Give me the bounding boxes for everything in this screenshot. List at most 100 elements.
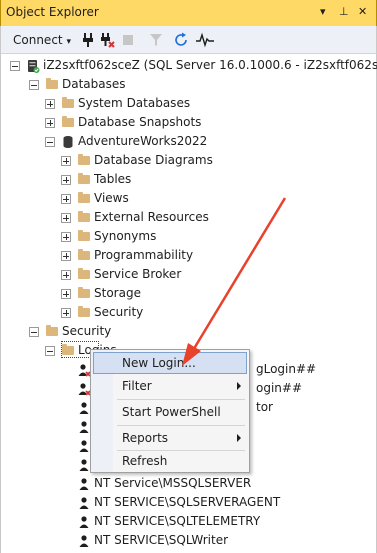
tree-node-database-diagrams[interactable]: Database Diagrams: [61, 152, 341, 171]
collapse-icon[interactable]: [45, 137, 55, 147]
login-icon: [79, 516, 89, 528]
menu-item-label: Start PowerShell: [122, 405, 221, 419]
folder-icon: [78, 230, 90, 241]
menu-separator: [117, 425, 245, 426]
expand-icon[interactable]: [45, 118, 55, 128]
tree-label: NT SERVICE\SQLWriter: [94, 533, 229, 547]
disconnect-icon[interactable]: [99, 32, 115, 48]
menu-item-label: Filter: [122, 379, 152, 393]
tree-node-login-mssqlserver[interactable]: NT Service\MSSQLSERVER: [61, 475, 341, 494]
folder-icon: [78, 173, 90, 184]
tree-label: AdventureWorks2022: [78, 134, 208, 148]
folder-icon: [78, 268, 90, 279]
expand-icon[interactable]: [61, 289, 71, 299]
expand-icon[interactable]: [45, 99, 55, 109]
login-icon: [79, 402, 89, 414]
expand-icon[interactable]: [61, 251, 71, 261]
tree-node-programmability[interactable]: Programmability: [61, 247, 341, 266]
activity-monitor-icon[interactable]: [196, 32, 214, 48]
tree-label: Database Diagrams: [94, 153, 213, 167]
folder-icon: [46, 325, 58, 336]
expand-icon[interactable]: [61, 194, 71, 204]
connect-plug-icon[interactable]: [81, 32, 95, 48]
expand-icon[interactable]: [61, 232, 71, 242]
folder-icon: [62, 116, 74, 127]
tree-node-adventureworks[interactable]: AdventureWorks2022: [45, 133, 345, 152]
tree-node-server[interactable]: iZ2sxftf062sceZ (SQL Server 16.0.1000.6 …: [10, 57, 377, 76]
close-icon[interactable]: ✕: [358, 5, 367, 18]
auto-hide-pin-icon[interactable]: ⊥: [339, 5, 349, 18]
server-icon: [28, 60, 40, 73]
login-disabled-icon: [78, 364, 91, 377]
login-icon: [79, 440, 89, 452]
tree-label: NT SERVICE\SQLTELEMETRY: [94, 514, 261, 528]
submenu-arrow-icon: [237, 382, 241, 390]
connect-button[interactable]: Connect ▾: [13, 33, 71, 47]
tree-node-external-resources[interactable]: External Resources: [61, 209, 341, 228]
tree-node-login-sqlwriter[interactable]: NT SERVICE\SQLWriter: [61, 532, 341, 551]
tree-node-synonyms[interactable]: Synonyms: [61, 228, 341, 247]
tree-node-system-databases[interactable]: System Databases: [45, 95, 345, 114]
chevron-down-icon: ▾: [66, 37, 71, 47]
tree-label: gLogin##: [256, 362, 317, 376]
expand-icon[interactable]: [61, 308, 71, 318]
tree-node-tables[interactable]: Tables: [61, 171, 341, 190]
collapse-icon[interactable]: [29, 80, 39, 90]
window-title: Object Explorer: [6, 5, 99, 19]
collapse-icon[interactable]: [45, 346, 55, 356]
folder-icon: [62, 97, 74, 108]
login-icon: [79, 535, 89, 547]
stop-icon[interactable]: [121, 32, 135, 48]
menu-item-refresh[interactable]: Refresh: [93, 450, 247, 472]
expand-icon[interactable]: [61, 175, 71, 185]
menu-separator: [117, 399, 245, 400]
folder-icon: [78, 192, 90, 203]
tree-label: Service Broker: [94, 267, 182, 281]
submenu-arrow-icon: [237, 434, 241, 442]
tree-label: Synonyms: [94, 229, 157, 243]
expand-icon[interactable]: [61, 156, 71, 166]
folder-icon: [78, 211, 90, 222]
refresh-icon[interactable]: [173, 32, 189, 48]
tree-node-db-security[interactable]: Security: [61, 304, 341, 323]
tree-label: NT Service\MSSQLSERVER: [94, 476, 252, 490]
login-icon: [79, 497, 89, 509]
tree-node-login-sqlserveragent[interactable]: NT SERVICE\SQLSERVERAGENT: [61, 494, 341, 513]
menu-item-reports[interactable]: Reports: [93, 427, 247, 449]
tree-label: Databases: [62, 77, 126, 91]
tree-label: Programmability: [94, 248, 194, 262]
tree-label: NT SERVICE\SQLSERVERAGENT: [94, 495, 281, 509]
tree-node-security[interactable]: Security: [29, 323, 329, 342]
collapse-icon[interactable]: [10, 61, 20, 71]
tree-label: iZ2sxftf062sceZ (SQL Server 16.0.1000.6 …: [43, 58, 377, 72]
tree-node-login-sqltelemetry[interactable]: NT SERVICE\SQLTELEMETRY: [61, 513, 341, 532]
connect-label: Connect: [13, 33, 63, 47]
tree-node-databases[interactable]: Databases: [29, 76, 329, 95]
tree-node-storage[interactable]: Storage: [61, 285, 341, 304]
window-position-dropdown[interactable]: ▾: [320, 5, 326, 18]
menu-item-start-powershell[interactable]: Start PowerShell: [93, 401, 247, 423]
tree-node-views[interactable]: Views: [61, 190, 341, 209]
tree-label: tor: [256, 400, 273, 414]
tree-node-database-snapshots[interactable]: Database Snapshots: [45, 114, 345, 133]
tree-label: External Resources: [94, 210, 209, 224]
folder-icon: [46, 78, 58, 89]
expand-icon[interactable]: [61, 213, 71, 223]
tree-node-service-broker[interactable]: Service Broker: [61, 266, 341, 285]
login-icon: [79, 478, 89, 490]
menu-item-label: Reports: [122, 431, 169, 445]
menu-item-new-login[interactable]: New Login...: [93, 352, 247, 374]
object-explorer-toolbar: Connect ▾: [0, 26, 377, 54]
tree-label: ogin##: [256, 381, 303, 395]
tree-label: System Databases: [78, 96, 191, 110]
login-disabled-icon: [78, 383, 91, 396]
expand-icon[interactable]: [61, 270, 71, 280]
collapse-icon[interactable]: [29, 327, 39, 337]
menu-item-label: Refresh: [122, 454, 168, 468]
menu-item-filter[interactable]: Filter: [93, 375, 247, 397]
filter-icon[interactable]: [149, 32, 163, 48]
folder-icon: [78, 287, 90, 298]
tree-label: Security: [62, 324, 112, 338]
login-icon: [79, 459, 89, 471]
tree-label: Views: [94, 191, 129, 205]
